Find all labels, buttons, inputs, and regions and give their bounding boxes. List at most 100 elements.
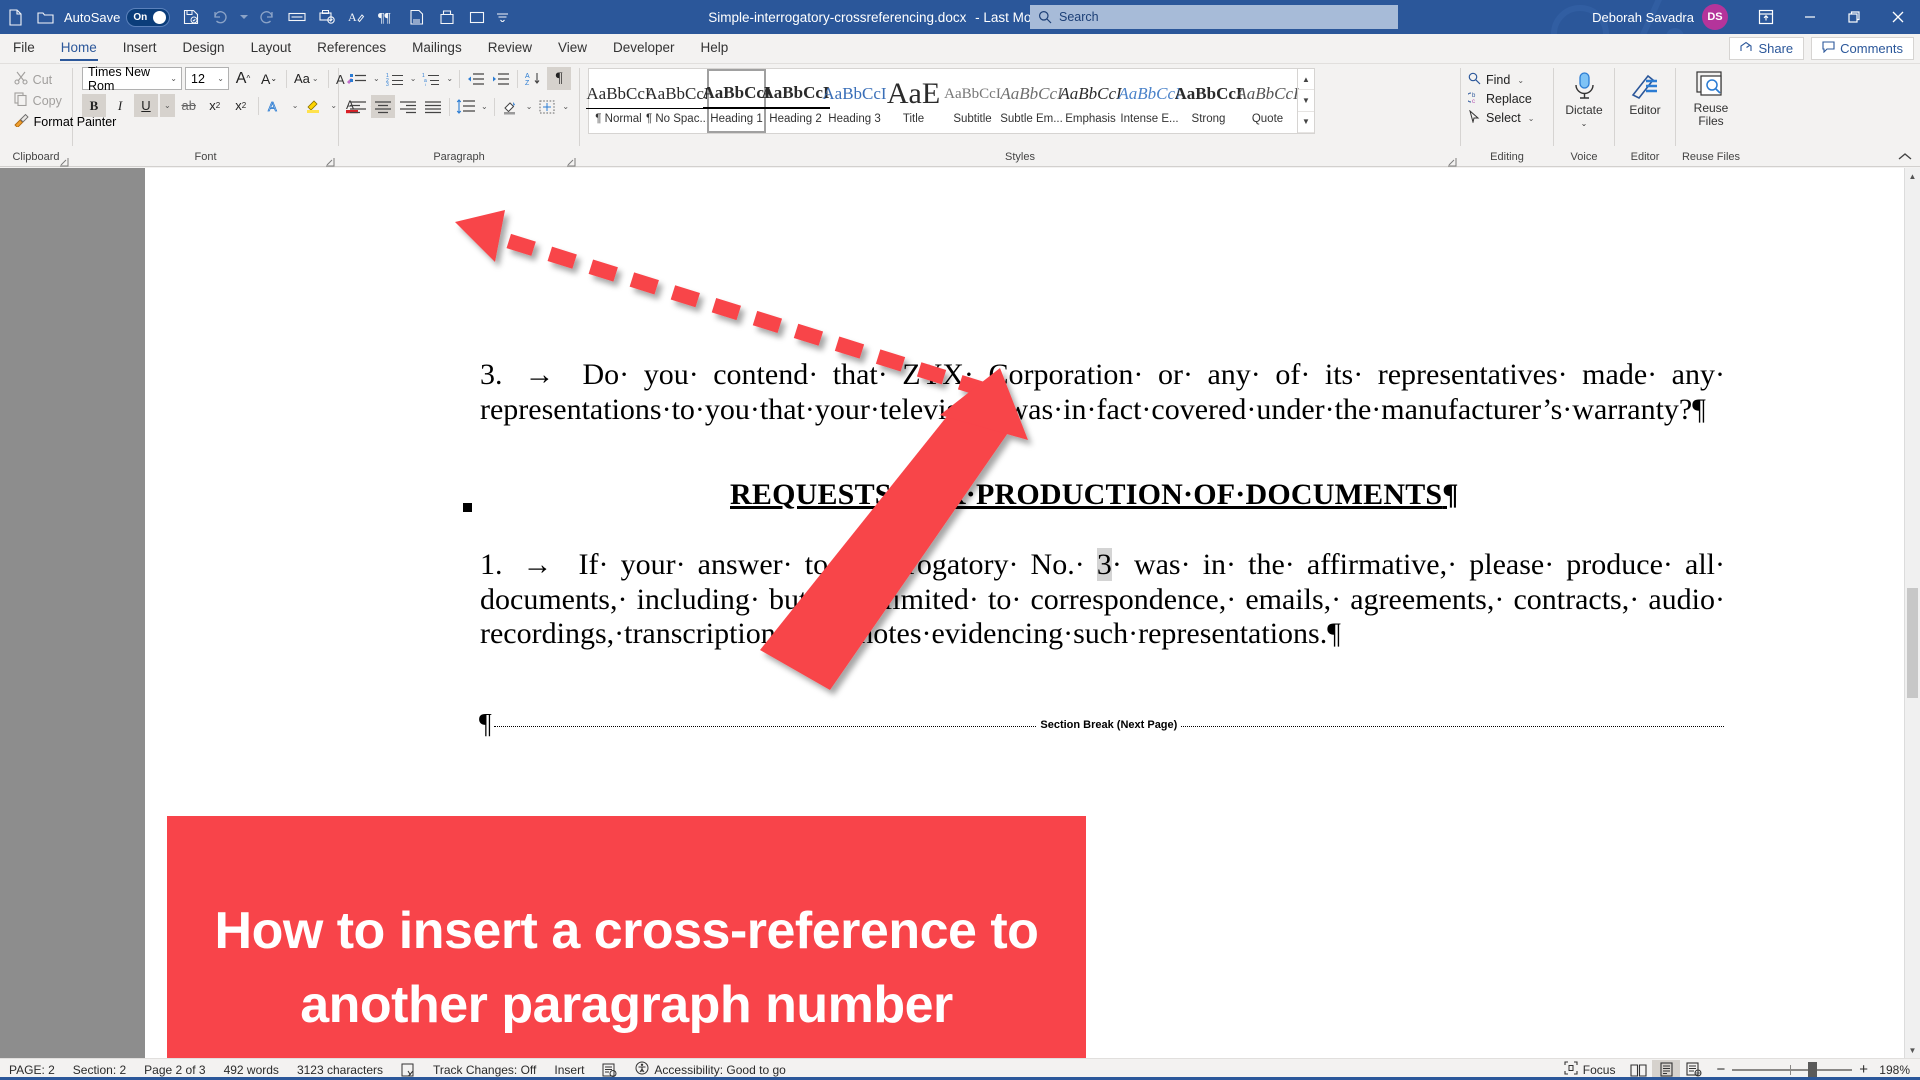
style-normal[interactable]: AaBbCcI ¶ Normal xyxy=(586,69,651,133)
replace-button[interactable]: bc Replace xyxy=(1464,90,1540,108)
spelling-check-icon[interactable] xyxy=(392,1063,424,1077)
status-word-count[interactable]: 492 words xyxy=(215,1063,288,1077)
undo-dropdown-icon[interactable] xyxy=(236,4,252,30)
tab-insert[interactable]: Insert xyxy=(110,36,170,63)
shading-dropdown-icon[interactable]: ⌄ xyxy=(524,102,535,111)
search-input[interactable]: Search xyxy=(1030,5,1398,29)
chevron-down-icon[interactable]: ⌄ xyxy=(310,74,321,83)
spelling-grammar-icon[interactable]: A xyxy=(342,4,372,30)
paragraph-interrogatory-3[interactable]: 3. → Do· you· contend· that· ZYX· Corporat… xyxy=(480,358,1725,427)
new-document-icon[interactable] xyxy=(0,4,30,30)
paragraph-request-1[interactable]: 1. → If· your· answer· to· Interrogatory· … xyxy=(480,548,1725,652)
zoom-level[interactable]: 198% xyxy=(1876,1063,1920,1077)
style-subtitle[interactable]: AaBbCcI Subtitle xyxy=(943,69,1002,133)
highlight-button[interactable] xyxy=(302,94,326,117)
status-accessibility[interactable]: Accessibility: Good to go xyxy=(626,1061,794,1078)
comments-button[interactable]: Comments xyxy=(1811,37,1914,60)
zoom-track[interactable] xyxy=(1732,1061,1853,1078)
style-subtle-emphasis[interactable]: AaBbCcI Subtle Em... xyxy=(1000,69,1063,133)
select-dropdown-icon[interactable]: ⌄ xyxy=(1526,114,1537,123)
tab-mailings[interactable]: Mailings xyxy=(399,36,475,63)
status-track-changes[interactable]: Track Changes: Off xyxy=(424,1063,545,1077)
open-folder-icon[interactable] xyxy=(30,4,60,30)
heading-requests-for-production[interactable]: REQUESTS·FOR·PRODUCTION·OF·DOCUMENTS¶ xyxy=(730,478,1459,513)
tab-help[interactable]: Help xyxy=(688,36,742,63)
style-no-spacing[interactable]: AaBbCcI ¶ No Spac... xyxy=(645,69,710,133)
collapse-ribbon-icon[interactable] xyxy=(1898,152,1912,164)
status-insert-mode[interactable]: Insert xyxy=(545,1063,593,1077)
numbering-dropdown-icon[interactable]: ⌄ xyxy=(408,74,419,83)
shrink-font-button[interactable]: A ⌄ xyxy=(257,67,281,90)
bold-button[interactable]: B xyxy=(82,94,106,117)
multilevel-dropdown-icon[interactable]: ⌄ xyxy=(444,74,455,83)
font-dialog-launcher[interactable] xyxy=(325,155,336,167)
status-character-count[interactable]: 3123 characters xyxy=(288,1063,392,1077)
chevron-down-icon[interactable]: ⌄ xyxy=(215,74,226,83)
print-icon[interactable] xyxy=(402,4,432,30)
status-page[interactable]: PAGE: 2 xyxy=(0,1063,64,1077)
ribbon-display-options-icon[interactable] xyxy=(1744,0,1788,34)
folder-icon[interactable] xyxy=(462,4,492,30)
document-canvas[interactable]: 3. → Do· you· contend· that· ZYX· Corporat… xyxy=(0,168,1920,1058)
increase-indent-icon[interactable] xyxy=(489,67,513,90)
zoom-out-button[interactable]: − xyxy=(1716,1061,1725,1078)
bullets-icon[interactable] xyxy=(346,67,370,90)
tab-references[interactable]: References xyxy=(304,36,399,63)
grow-font-button[interactable]: A ^ xyxy=(231,67,255,90)
zoom-thumb[interactable] xyxy=(1808,1061,1818,1078)
styles-gallery-scroll[interactable]: ▲ ▼ ▼ xyxy=(1297,69,1314,133)
tab-developer[interactable]: Developer xyxy=(600,36,688,63)
subscript-button[interactable]: x2 xyxy=(203,94,227,117)
styles-scroll-up-icon[interactable]: ▲ xyxy=(1298,69,1314,91)
find-dropdown-icon[interactable]: ⌄ xyxy=(1515,76,1526,85)
scroll-up-icon[interactable]: ▲ xyxy=(1905,168,1920,184)
cross-reference-field[interactable]: 3 xyxy=(1096,548,1112,581)
style-emphasis[interactable]: AaBbCcI Emphasis xyxy=(1059,69,1121,133)
justify-icon[interactable] xyxy=(421,95,445,118)
record-macro-icon[interactable] xyxy=(593,1063,626,1077)
superscript-button[interactable]: x2 xyxy=(229,94,253,117)
text-effects-button[interactable]: A xyxy=(264,94,288,117)
restore-button[interactable] xyxy=(1832,0,1876,34)
paragraph-dialog-launcher[interactable] xyxy=(566,155,577,167)
status-section[interactable]: Section: 2 xyxy=(64,1063,135,1077)
tab-home[interactable]: Home xyxy=(48,36,110,63)
font-size-combo[interactable]: 12 ⌄ xyxy=(185,67,229,90)
style-heading-3[interactable]: AaBbCcI Heading 3 xyxy=(822,69,886,133)
style-intense-emphasis[interactable]: AaBbCcI Intense E... xyxy=(1118,69,1180,133)
bullets-dropdown-icon[interactable]: ⌄ xyxy=(371,74,382,83)
dictate-button[interactable]: Dictate ⌄ xyxy=(1557,67,1611,130)
formatting-marks-icon[interactable]: ¶¶ xyxy=(372,4,402,30)
style-strong[interactable]: AaBbCcI Strong xyxy=(1175,69,1243,133)
show-formatting-marks-icon[interactable]: ¶ xyxy=(547,67,572,90)
autosave-toggle[interactable]: On xyxy=(126,7,171,27)
align-right-icon[interactable] xyxy=(396,95,420,118)
minimize-button[interactable] xyxy=(1788,0,1832,34)
tab-file[interactable]: File xyxy=(0,36,48,63)
tab-design[interactable]: Design xyxy=(170,36,238,63)
find-button[interactable]: Find ⌄ xyxy=(1464,71,1540,89)
editor-button[interactable]: Editor xyxy=(1618,67,1672,117)
style-quote[interactable]: AaBbCcI Quote xyxy=(1236,69,1298,133)
decrease-indent-icon[interactable] xyxy=(464,67,488,90)
customize-qat-icon[interactable] xyxy=(492,4,512,30)
change-case-button[interactable]: Aa ⌄ xyxy=(292,67,323,90)
chevron-down-icon[interactable]: ⌄ xyxy=(168,74,179,83)
align-left-icon[interactable] xyxy=(346,95,370,118)
styles-dialog-launcher[interactable] xyxy=(1447,155,1458,167)
save-icon[interactable] xyxy=(176,4,206,30)
undo-icon[interactable] xyxy=(206,4,236,30)
tab-layout[interactable]: Layout xyxy=(238,36,305,63)
focus-button[interactable]: Focus xyxy=(1555,1061,1625,1078)
zoom-in-button[interactable]: + xyxy=(1859,1061,1868,1078)
align-center-icon[interactable] xyxy=(371,95,395,118)
status-page-of[interactable]: Page 2 of 3 xyxy=(135,1063,214,1077)
tab-view[interactable]: View xyxy=(545,36,600,63)
reuse-files-button[interactable]: Reuse Files xyxy=(1683,67,1739,128)
shading-icon[interactable] xyxy=(499,95,523,118)
font-name-combo[interactable]: Times New Rom ⌄ xyxy=(82,65,182,93)
multilevel-list-icon[interactable]: 1ai xyxy=(419,67,443,90)
borders-dropdown-icon[interactable]: ⌄ xyxy=(560,102,571,111)
tab-review[interactable]: Review xyxy=(475,36,545,63)
text-effects-dropdown-icon[interactable]: ⌄ xyxy=(290,101,301,110)
